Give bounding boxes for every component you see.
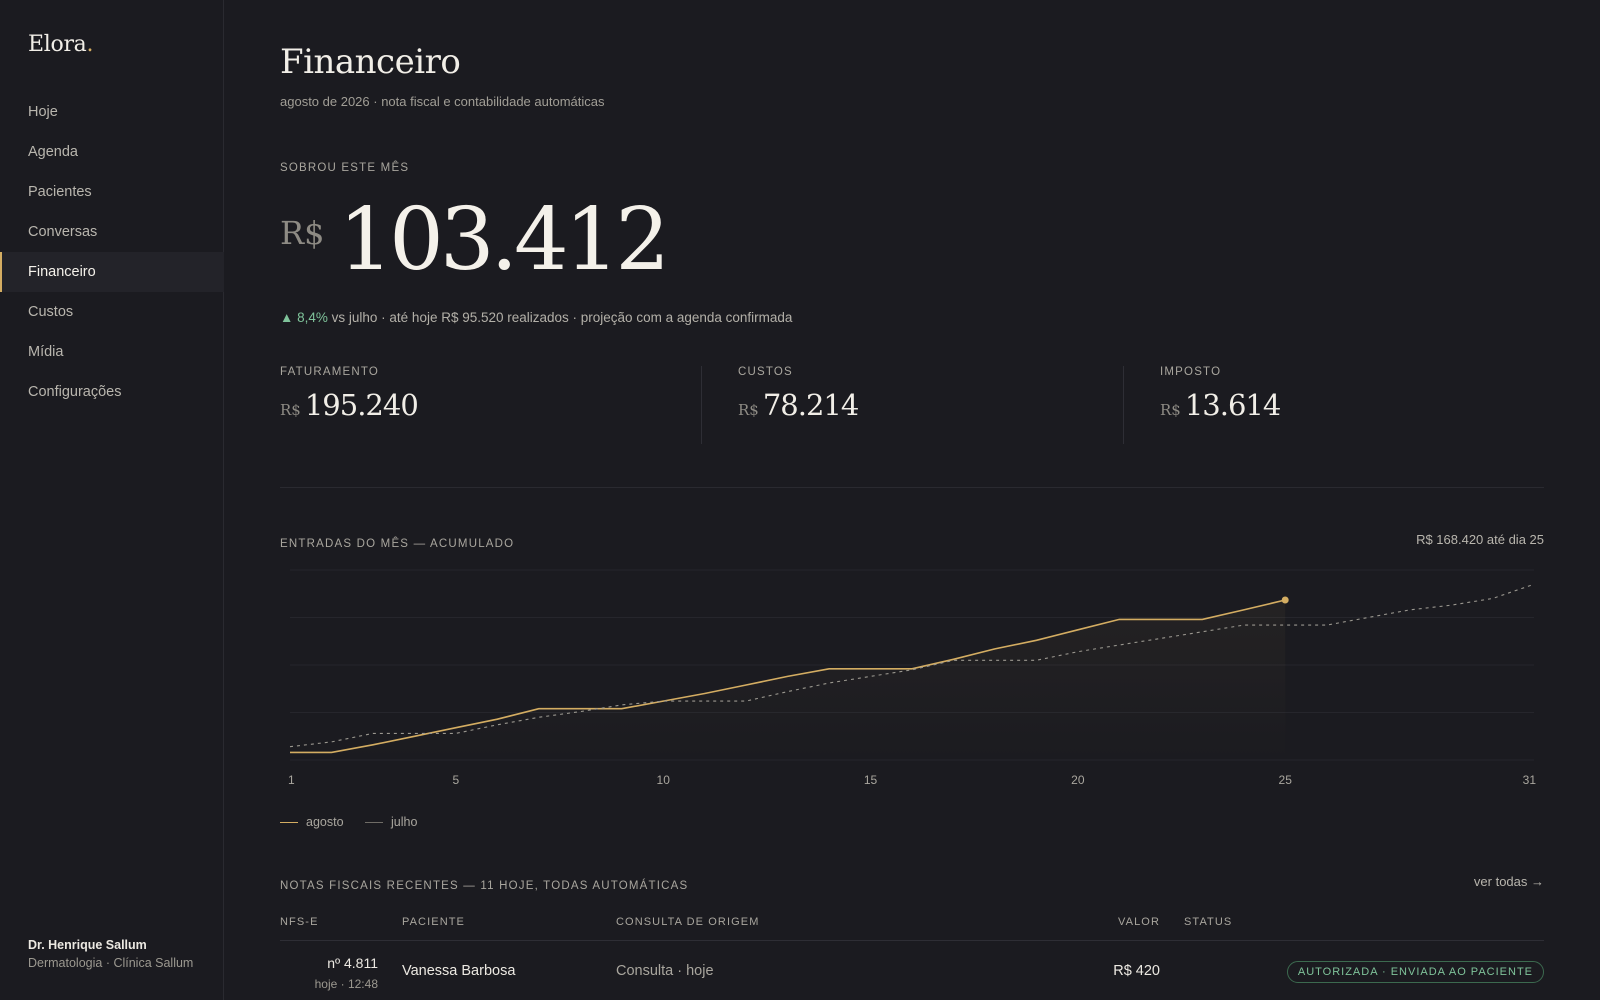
legend-label: julho [391, 815, 418, 829]
app-logo-text: Elora [28, 32, 87, 57]
series-area-agosto [290, 600, 1286, 760]
chart-svg: 1 5 10 15 20 25 31 [288, 569, 1537, 787]
column-header-status[interactable]: STATUS [1184, 916, 1232, 928]
cumulative-chart: 1 5 10 15 20 25 31 [280, 566, 1544, 806]
status-badge: AUTORIZADA · ENVIADA AO PACIENTE [1286, 961, 1544, 983]
change-indicator: ▲ 8,4% [280, 310, 328, 325]
kpi-value: R$ 78.214 [738, 388, 859, 422]
x-tick-label: 31 [1523, 773, 1537, 787]
nfse-number: nº 4.811 [327, 955, 378, 971]
sidebar: Elora. Hoje Agenda Pacientes Conversas F… [0, 0, 224, 1000]
sidebar-item-conversas[interactable]: Conversas [0, 212, 224, 252]
invoice-value: R$ 420 [1113, 963, 1160, 979]
chart-legend: agosto julho [280, 815, 435, 829]
kpi-label: IMPOSTO [1160, 366, 1222, 378]
chart-header: ENTRADAS DO MÊS — ACUMULADO R$ 168.420 a… [280, 532, 1544, 552]
sidebar-item-configuracoes[interactable]: Configurações [0, 372, 224, 412]
kpi-imposto: IMPOSTO R$ 13.614 [1160, 366, 1281, 444]
x-tick-label: 15 [864, 773, 878, 787]
patient-name[interactable]: Vanessa Barbosa [402, 963, 515, 979]
legend-item-julho: julho [365, 815, 417, 829]
kpi-custos: CUSTOS R$ 78.214 [738, 366, 859, 444]
kpi-number: 195.240 [304, 388, 419, 422]
sidebar-item-custos[interactable]: Custos [0, 292, 224, 332]
table-row[interactable]: nº 4.811 hoje · 12:48 Vanessa Barbosa Co… [280, 940, 1544, 1000]
section-divider [280, 487, 1544, 488]
sidebar-item-financeiro[interactable]: Financeiro [0, 252, 224, 292]
nfse-time: hoje · 12:48 [314, 977, 378, 991]
page-subtitle: agosto de 2026 · nota fiscal e contabili… [280, 94, 605, 109]
page-title: Financeiro [280, 42, 461, 82]
user-profile[interactable]: Dr. Henrique Sallum Dermatologia · Clíni… [28, 938, 193, 970]
invoices-header: NOTAS FISCAIS RECENTES — 11 HOJE, TODAS … [280, 874, 1544, 894]
hero-currency: R$ [280, 214, 325, 252]
hero-note: ▲ 8,4% vs julho · até hoje R$ 95.520 rea… [280, 310, 792, 325]
kpi-divider [1123, 366, 1124, 444]
profile-name: Dr. Henrique Sallum [28, 938, 147, 952]
kpi-number: 13.614 [1184, 388, 1281, 422]
hero-value: 103.412 [338, 190, 670, 290]
legend-swatch [365, 822, 384, 824]
view-all-link[interactable]: ver todas → [1474, 874, 1544, 889]
column-header-paciente[interactable]: PACIENTE [402, 916, 465, 928]
x-tick-label: 20 [1071, 773, 1085, 787]
x-tick-label: 1 [288, 773, 295, 787]
legend-swatch [280, 822, 298, 824]
legend-label: agosto [306, 815, 344, 829]
column-header-nfse[interactable]: NFS-E [280, 916, 319, 928]
invoices-title: NOTAS FISCAIS RECENTES — 11 HOJE, TODAS … [280, 880, 689, 892]
column-header-valor[interactable]: VALOR [1118, 916, 1160, 928]
series-end-point-agosto [1281, 596, 1289, 604]
kpi-number: 78.214 [762, 388, 859, 422]
sidebar-item-hoje[interactable]: Hoje [0, 92, 224, 132]
kpi-currency: R$ [280, 401, 301, 419]
hero-label: SOBROU ESTE MÊS [280, 162, 410, 174]
chart-total: R$ 168.420 até dia 25 [1416, 532, 1544, 547]
kpi-row: FATURAMENTO R$ 195.240 CUSTOS R$ 78.214 IM… [280, 366, 1544, 444]
column-header-consulta[interactable]: CONSULTA DE ORIGEM [616, 916, 759, 928]
origin-consult: Consulta · hoje [616, 963, 714, 979]
sidebar-item-agenda[interactable]: Agenda [0, 132, 224, 172]
hero-note-text: vs julho · até hoje R$ 95.520 realizados… [327, 310, 793, 325]
kpi-divider [701, 366, 702, 444]
sidebar-item-pacientes[interactable]: Pacientes [0, 172, 224, 212]
x-tick-label: 10 [657, 773, 671, 787]
x-tick-label: 5 [453, 773, 460, 787]
kpi-label: CUSTOS [738, 366, 793, 378]
kpi-currency: R$ [1160, 401, 1181, 419]
app-logo[interactable]: Elora. [28, 32, 93, 57]
kpi-currency: R$ [738, 401, 759, 419]
kpi-faturamento: FATURAMENTO R$ 195.240 [280, 366, 419, 444]
chart-title: ENTRADAS DO MÊS — ACUMULADO [280, 538, 515, 550]
x-tick-label: 25 [1279, 773, 1293, 787]
kpi-value: R$ 13.614 [1160, 388, 1281, 422]
sidebar-item-midia[interactable]: Mídia [0, 332, 224, 372]
app-logo-dot: . [86, 32, 94, 57]
legend-item-agosto: agosto [280, 815, 344, 829]
kpi-label: FATURAMENTO [280, 366, 380, 378]
kpi-value: R$ 195.240 [280, 388, 419, 422]
hero-amount: R$ 103.412 [280, 190, 670, 290]
sidebar-nav: Hoje Agenda Pacientes Conversas Financei… [0, 92, 224, 412]
profile-subtitle: Dermatologia · Clínica Sallum [28, 956, 194, 970]
